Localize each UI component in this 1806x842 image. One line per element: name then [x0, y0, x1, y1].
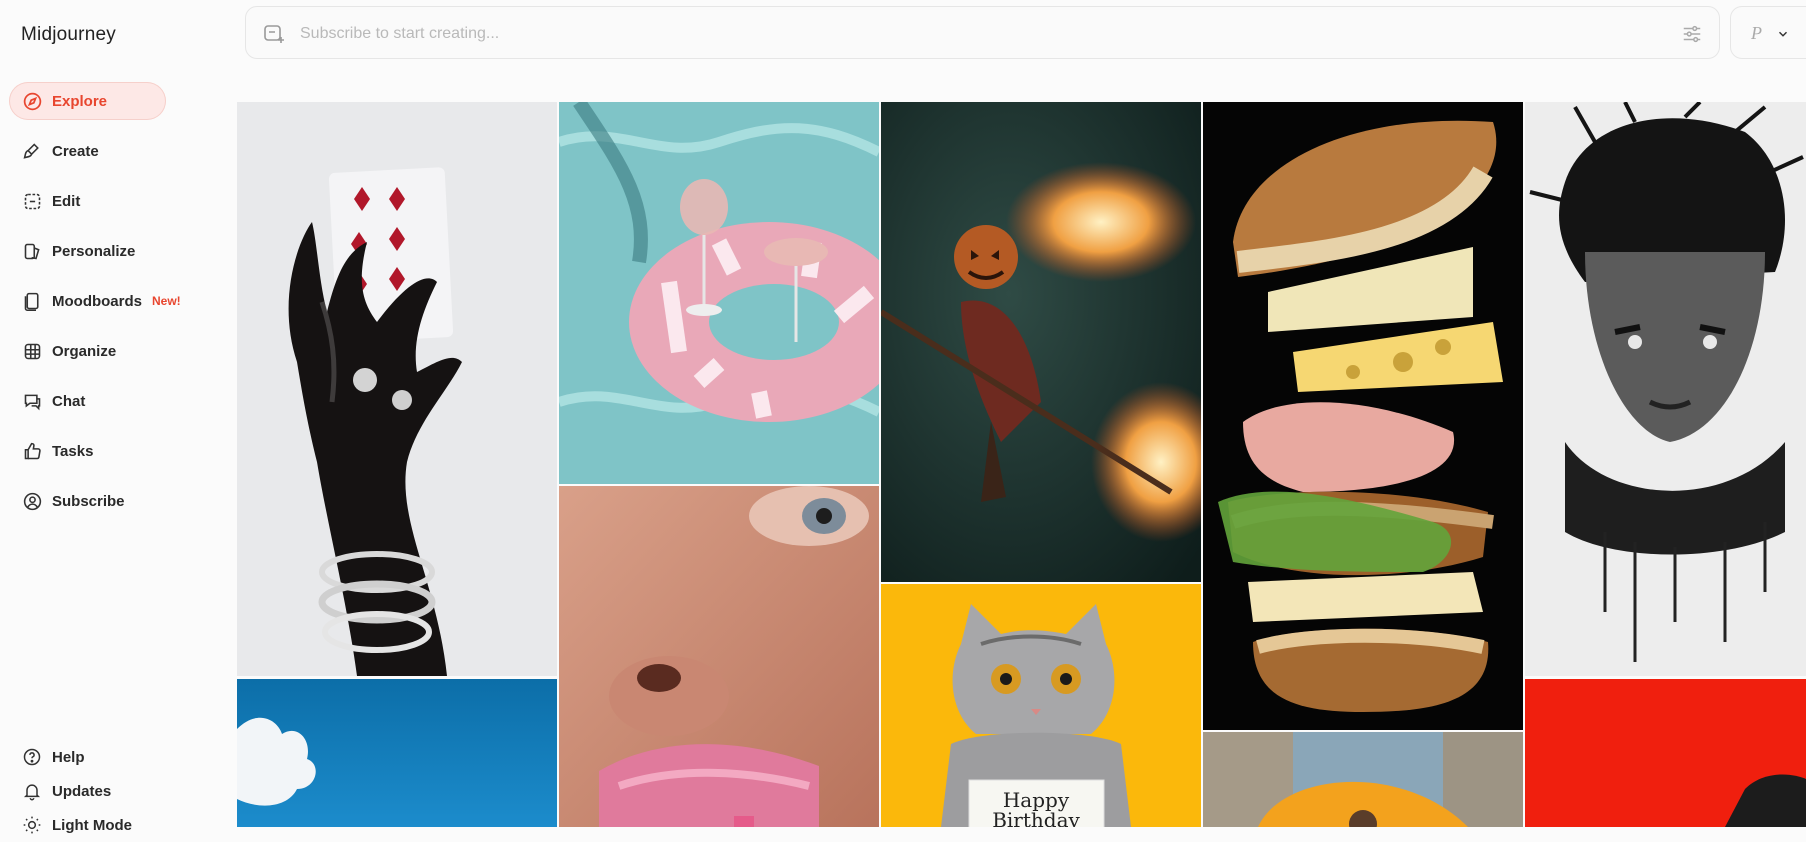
- nav-label-chat: Chat: [52, 392, 86, 410]
- grid-icon: [21, 340, 43, 362]
- nav-item-explore[interactable]: Explore: [9, 82, 166, 120]
- image-tile-lips-closeup[interactable]: [559, 486, 879, 827]
- image-tile-pool-float[interactable]: [559, 102, 879, 484]
- nav-label-personalize: Personalize: [52, 242, 136, 260]
- chevron-down-icon: [1778, 31, 1788, 37]
- nav-item-personalize[interactable]: Personalize: [9, 232, 229, 270]
- prompt-input[interactable]: [298, 19, 1602, 49]
- nav-item-moodboards[interactable]: Moodboards New!: [9, 282, 229, 320]
- nav-item-chat[interactable]: Chat: [9, 382, 229, 420]
- nav-item-light-mode[interactable]: Light Mode: [9, 808, 209, 842]
- help-icon: [21, 746, 43, 768]
- nav-item-create[interactable]: Create: [9, 132, 229, 170]
- compass-icon: [21, 90, 43, 112]
- new-badge: New!: [152, 294, 181, 308]
- nav-label-help: Help: [52, 748, 85, 766]
- sidebar: Midjourney Explore Create Edit Personali…: [0, 0, 236, 834]
- nav-label-organize: Organize: [52, 342, 117, 360]
- nav-item-tasks[interactable]: Tasks: [9, 432, 229, 470]
- nav-item-help[interactable]: Help: [9, 740, 209, 774]
- thumbs-up-icon: [21, 440, 43, 462]
- image-tile-umbrella[interactable]: [1203, 732, 1523, 827]
- prompt-bar: [245, 6, 1720, 59]
- nav-item-updates[interactable]: Updates: [9, 774, 209, 808]
- nav-label-tasks: Tasks: [52, 442, 94, 460]
- image-tile-ink-portrait[interactable]: [1525, 102, 1806, 676]
- image-tile-birthday-cat[interactable]: Happy Birthday: [881, 584, 1201, 827]
- nav-label-edit: Edit: [52, 192, 81, 210]
- nav-label-light-mode: Light Mode: [52, 816, 132, 834]
- brush-icon: [21, 140, 43, 162]
- nav-item-edit[interactable]: Edit: [9, 182, 229, 220]
- nav-item-organize[interactable]: Organize: [9, 332, 229, 370]
- user-circle-icon: [21, 490, 43, 512]
- image-tile-red[interactable]: [1525, 679, 1806, 827]
- app-logo[interactable]: Midjourney: [21, 24, 116, 46]
- cat-card-line-1: Happy: [1002, 788, 1070, 812]
- sun-icon: [21, 814, 43, 836]
- add-image-icon[interactable]: [262, 22, 286, 46]
- nav-label-explore: Explore: [52, 92, 108, 110]
- nav-label-subscribe: Subscribe: [52, 492, 125, 510]
- main-nav: Explore Create Edit Personalize Moodboar…: [9, 82, 229, 532]
- profile-letter: P: [1751, 23, 1762, 43]
- nav-label-create: Create: [52, 142, 99, 160]
- nav-label-moodboards: Moodboards: [52, 292, 142, 310]
- bell-icon: [21, 780, 43, 802]
- image-tile-glove-card[interactable]: [237, 102, 557, 676]
- nav-label-updates: Updates: [52, 782, 112, 800]
- settings-sliders-icon[interactable]: [1681, 23, 1703, 45]
- cat-card-line-2: Birthday: [992, 808, 1080, 827]
- nav-item-subscribe[interactable]: Subscribe: [9, 482, 229, 520]
- personalize-icon: [21, 240, 43, 262]
- profile-menu[interactable]: P: [1730, 6, 1806, 59]
- image-tile-sandwich[interactable]: [1203, 102, 1523, 730]
- image-tile-sky-clouds[interactable]: [237, 679, 557, 827]
- moodboard-icon: [21, 290, 43, 312]
- cat-card-text: Happy Birthday: [981, 790, 1091, 827]
- image-tile-pumpkin-witch[interactable]: [881, 102, 1201, 582]
- chat-icon: [21, 390, 43, 412]
- edit-icon: [21, 190, 43, 212]
